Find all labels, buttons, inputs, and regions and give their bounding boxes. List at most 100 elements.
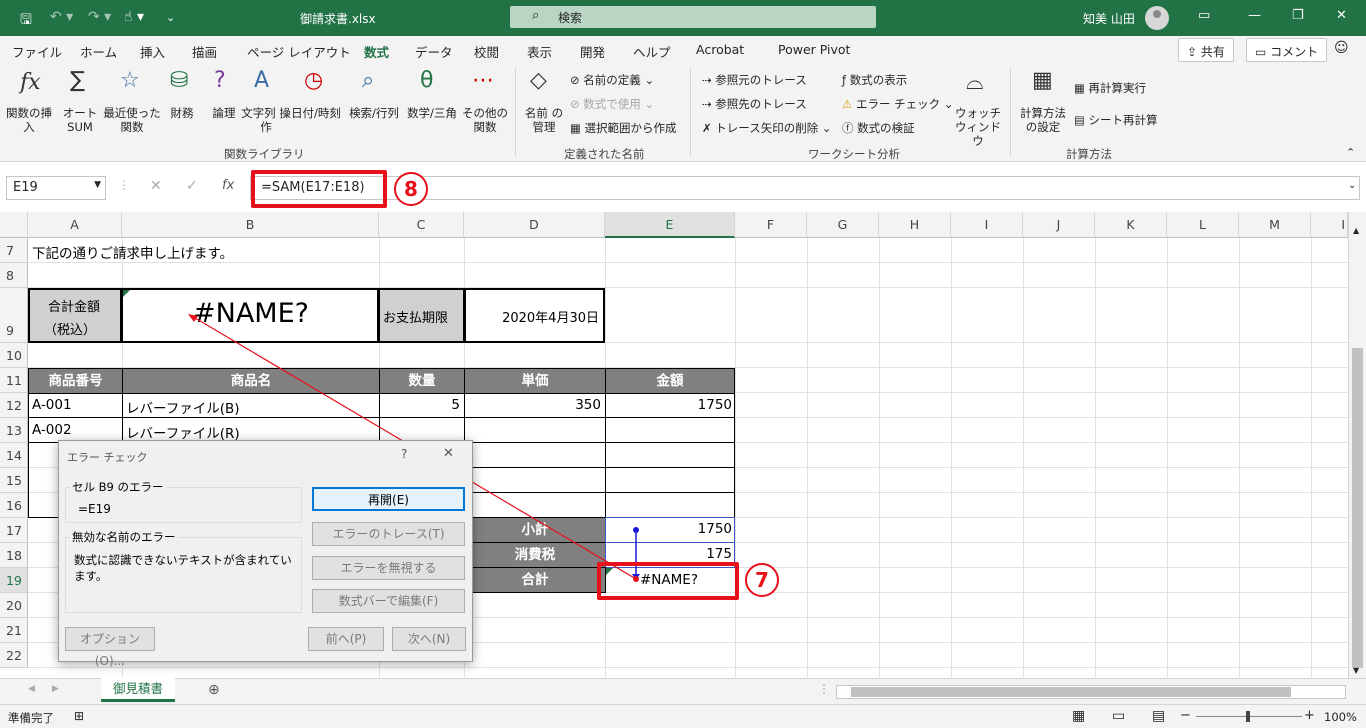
macro-record-icon[interactable]: ⊞	[74, 709, 84, 723]
remove-arrows-button[interactable]: ✗ トレース矢印の削除 ⌄	[702, 120, 832, 136]
minimize-icon[interactable]: —	[1248, 8, 1261, 23]
cancel-icon[interactable]: ✕	[150, 178, 162, 194]
name-manager-button[interactable]: 名前 の管理	[522, 106, 566, 134]
insert-function-button[interactable]: 関数の挿入	[4, 106, 54, 134]
avatar[interactable]	[1145, 6, 1169, 30]
user-name[interactable]: 知美 山田	[1083, 10, 1135, 27]
tab-review[interactable]: 校閲	[474, 42, 499, 61]
h-scroll-thumb[interactable]	[851, 687, 1291, 697]
resume-button[interactable]: 再開(E)	[312, 487, 465, 511]
tab-draw[interactable]: 描画	[192, 42, 217, 61]
text-button[interactable]: 文字列 操作	[240, 106, 292, 134]
trace-dependents-button[interactable]: ⇢ 参照先のトレース	[702, 96, 807, 112]
create-from-selection-button[interactable]: ▦ 選択範囲から作成	[570, 120, 677, 136]
math-icon: θ	[420, 68, 434, 93]
tab-formulas[interactable]: 数式	[361, 42, 392, 67]
undo-icon[interactable]: ↶ ▾	[50, 9, 73, 25]
ribbon-tabs: ファイル ホーム 挿入 描画 ページ レイアウト 数式 データ 校閲 表示 開発…	[0, 36, 1366, 67]
expand-formula-icon[interactable]: ⌄	[1348, 180, 1356, 191]
group-label-defined-names: 定義された名前	[564, 147, 645, 161]
page-break-view-icon[interactable]: ▤	[1152, 708, 1165, 724]
insert-function-icon[interactable]: fx	[222, 178, 234, 193]
zoom-level[interactable]: 100%	[1324, 710, 1357, 724]
customize-qat-icon[interactable]: ⌄	[166, 11, 175, 24]
calc-options-button[interactable]: 計算方法 の設定	[1016, 106, 1070, 134]
normal-view-icon[interactable]: ▦	[1072, 708, 1085, 724]
autosum-button[interactable]: オート SUM	[56, 106, 104, 134]
page-layout-view-icon[interactable]: ▭	[1112, 708, 1125, 724]
logical-button[interactable]: 論理	[204, 106, 244, 120]
help-icon[interactable]: ?	[401, 447, 407, 461]
scroll-thumb[interactable]	[1352, 348, 1363, 668]
tab-page-layout[interactable]: ページ レイアウト	[247, 42, 351, 61]
trace-precedents-button[interactable]: ⇢ 参照元のトレース	[702, 72, 807, 88]
define-name-button[interactable]: ⊘ 名前の定義 ⌄	[570, 72, 654, 88]
recent-functions-button[interactable]: 最近使った 関数	[100, 106, 164, 134]
group-separator	[690, 68, 691, 156]
precedent-dot	[633, 527, 639, 533]
zoom-in-icon[interactable]: +	[1304, 708, 1315, 723]
calculator-icon: ▦	[1032, 68, 1053, 93]
tab-data[interactable]: データ	[415, 42, 453, 61]
smiley-icon[interactable]: ☺	[1334, 40, 1349, 56]
share-label: 共有	[1200, 45, 1225, 59]
comment-button[interactable]: ▭ コメント	[1246, 38, 1328, 62]
next-sheet-icon[interactable]: ▶	[52, 684, 59, 694]
watch-window-button[interactable]: ウォッチ ウィンドウ	[952, 106, 1004, 148]
save-icon[interactable]: 🖫	[20, 9, 32, 33]
error-checking-button[interactable]: ⚠ エラー チェック ⌄	[842, 96, 953, 112]
cell-error-group: セル B9 のエラー =E19	[65, 479, 302, 523]
use-in-formula-button: ⊘ 数式で使用 ⌄	[570, 97, 655, 111]
previous-button[interactable]: 前へ(P)	[308, 627, 384, 651]
financial-button[interactable]: 財務	[162, 106, 202, 120]
enter-icon[interactable]: ✓	[186, 178, 198, 194]
restore-icon[interactable]: ❐	[1292, 8, 1304, 23]
lookup-button[interactable]: 検索/行列	[344, 106, 404, 120]
date-time-button[interactable]: 日付/時刻	[286, 106, 346, 120]
tab-home[interactable]: ホーム	[80, 42, 117, 61]
tab-acrobat[interactable]: Acrobat	[696, 42, 744, 57]
zoom-out-icon[interactable]: −	[1180, 708, 1191, 723]
calculate-sheet-button[interactable]: ▤ シート再計算	[1074, 112, 1158, 128]
tab-view[interactable]: 表示	[527, 42, 552, 61]
evaluate-formula-button[interactable]: ⓕ 数式の検証	[842, 120, 915, 136]
zoom-slider-thumb[interactable]	[1246, 711, 1250, 722]
prev-sheet-icon[interactable]: ◀	[28, 684, 35, 694]
calculate-now-button[interactable]: ▦ 再計算実行	[1074, 80, 1146, 96]
collapse-ribbon-icon[interactable]: ⌃	[1346, 146, 1355, 159]
search-box[interactable]: ⌕ 検索	[510, 6, 876, 28]
show-formulas-button[interactable]: ƒ 数式の表示	[842, 72, 907, 88]
sheet-tab-active[interactable]: 御見積書	[101, 678, 175, 702]
scroll-down-icon[interactable]: ▼	[1353, 666, 1359, 675]
close-icon[interactable]: ✕	[1336, 8, 1347, 23]
name-box[interactable]: E19 ▼	[6, 176, 106, 200]
share-button[interactable]: ⇪ 共有	[1178, 38, 1234, 62]
next-button[interactable]: 次へ(N)	[392, 627, 466, 651]
financial-icon: ⛁	[170, 68, 189, 93]
ignore-error-button[interactable]: エラーを無視する	[312, 556, 465, 580]
group-separator	[515, 68, 516, 156]
add-sheet-icon[interactable]: ⊕	[208, 682, 220, 698]
touch-mode-icon[interactable]: ☝ ▾	[124, 9, 144, 25]
more-functions-button[interactable]: その他の 関数	[458, 106, 512, 134]
badge-8: 8	[394, 172, 428, 206]
edit-in-formula-bar-button[interactable]: 数式バーで編集(F)	[312, 589, 465, 613]
tab-power-pivot[interactable]: Power Pivot	[778, 42, 850, 57]
tab-insert[interactable]: 挿入	[140, 42, 165, 61]
split-handle[interactable]: ⋮	[818, 682, 830, 696]
file-name[interactable]: 御請求書.xlsx	[300, 10, 376, 27]
tab-file[interactable]: ファイル	[12, 42, 62, 61]
trace-error-button[interactable]: エラーのトレース(T)	[312, 522, 465, 546]
tab-developer[interactable]: 開発	[580, 42, 605, 61]
scroll-up-icon[interactable]: ▲	[1353, 226, 1359, 235]
tab-help[interactable]: ヘルプ	[633, 42, 671, 61]
status-bar: 準備完了 ⊞ ▦ ▭ ▤ − + 100%	[0, 704, 1366, 728]
horizontal-scrollbar[interactable]	[836, 685, 1346, 699]
options-button[interactable]: オプション(O)...	[65, 627, 155, 668]
group-separator	[1010, 68, 1011, 156]
redo-icon[interactable]: ↷ ▾	[88, 9, 111, 25]
close-icon[interactable]: ✕	[443, 446, 454, 461]
ribbon-display-icon[interactable]: ▭	[1198, 8, 1210, 23]
vertical-scrollbar[interactable]: ▲ ▼	[1348, 212, 1366, 678]
math-button[interactable]: 数学/三角	[402, 106, 462, 120]
